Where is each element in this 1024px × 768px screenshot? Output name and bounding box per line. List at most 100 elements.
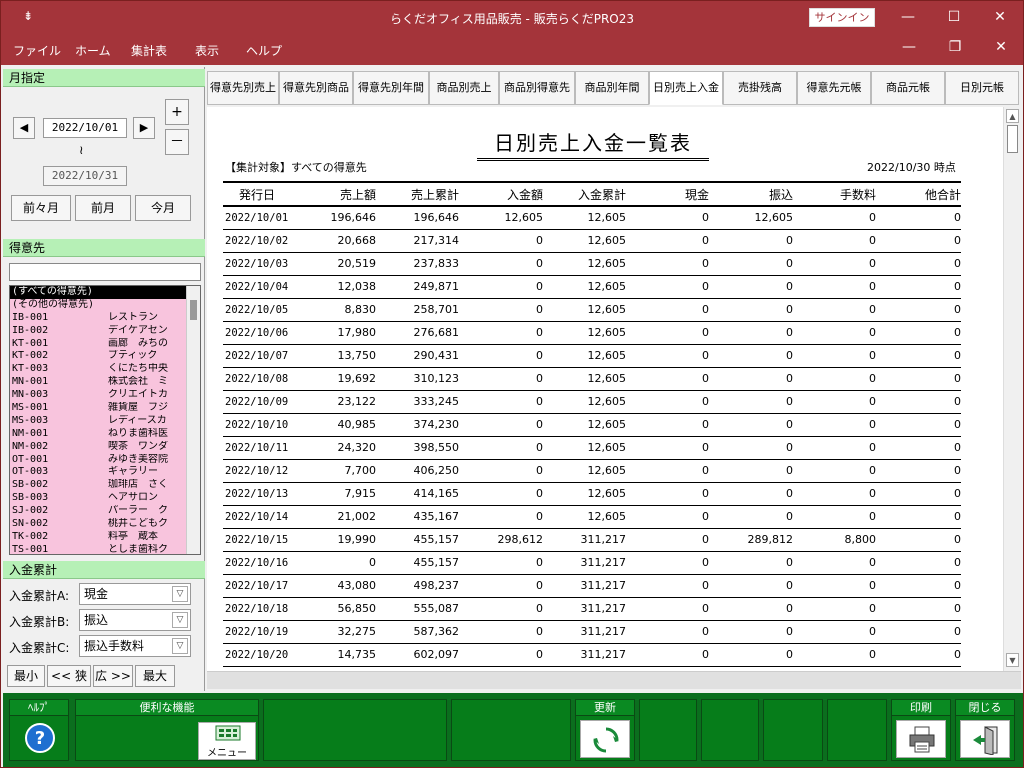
next-month-button[interactable]: ▶	[133, 117, 155, 139]
customer-list[interactable]: (すべての得意先) (その他の得意先) IB-001 レストラン IB-002 デイケア…	[9, 285, 201, 555]
customer-list-item[interactable]: IB-001 レストラン	[10, 311, 186, 325]
customer-list-item[interactable]: OT-003 ギャラリー	[10, 466, 186, 480]
menu-summary[interactable]: 集計表	[131, 42, 167, 59]
table-cell: 12,605	[587, 303, 627, 316]
zoom-wide-button[interactable]: 広 >>	[93, 665, 133, 687]
minus-button[interactable]: －	[165, 129, 189, 155]
signin-button[interactable]: サインイン	[809, 8, 875, 27]
last-month-button[interactable]: 前月	[75, 195, 131, 221]
customer-list-item[interactable]: NM-001 ねりま歯科医	[10, 427, 186, 441]
maximize-icon[interactable]: ☐	[931, 1, 977, 35]
table-cell: 17,980	[337, 326, 377, 339]
table-cell: 0	[869, 487, 876, 500]
scroll-thumb[interactable]	[1007, 125, 1018, 153]
tab-2[interactable]: 得意先別年間	[353, 71, 429, 105]
table-cell: 2022/10/18	[225, 603, 289, 615]
menu-button[interactable]: メニュー	[198, 722, 256, 760]
customer-list-item[interactable]: TS-001 としま歯科ク	[10, 543, 186, 554]
table-cell: 0	[369, 556, 376, 569]
table-cell: 0	[869, 395, 876, 408]
customer-list-item[interactable]: (すべての得意先)	[10, 286, 186, 299]
help-button[interactable]: ﾍﾙﾌﾟ ?	[9, 699, 69, 761]
tab-1[interactable]: 得意先別商品	[279, 71, 353, 105]
table-row: 2022/10/06 17,980 276,681 0 12,605 0 0 0 0	[223, 322, 961, 345]
customer-list-item[interactable]: KT-002 ブティック	[10, 350, 186, 364]
table-cell: 0	[536, 326, 543, 339]
column-header: 売上累計	[410, 188, 459, 202]
two-months-ago-button[interactable]: 前々月	[11, 195, 71, 221]
tab-9[interactable]: 商品元帳	[871, 71, 945, 105]
scroll-up-icon[interactable]: ▲	[1006, 109, 1019, 123]
zoom-min-button[interactable]: 最小	[7, 665, 45, 687]
menu-help[interactable]: ヘルプ	[246, 42, 282, 59]
this-month-button[interactable]: 今月	[135, 195, 191, 221]
report-target: 【集計対象】すべての得意先	[225, 161, 367, 174]
table-cell: 0	[536, 303, 543, 316]
table-cell: 333,245	[413, 395, 460, 408]
table-cell: 12,605	[587, 349, 627, 362]
table-cell: 0	[702, 625, 709, 638]
customer-list-item[interactable]: SB-002 珈琲店 さく	[10, 479, 186, 493]
customer-list-scrollbar[interactable]	[186, 286, 200, 554]
doc-close-icon[interactable]: ✕	[986, 39, 1016, 55]
doc-restore-icon[interactable]: ❐	[940, 39, 970, 55]
customer-list-item[interactable]: SN-002 桃井こどもク	[10, 518, 186, 531]
exit-door-icon	[973, 726, 998, 755]
prev-month-button[interactable]: ◀	[13, 117, 35, 139]
tab-0[interactable]: 得意先別売上	[207, 71, 279, 105]
tab-7[interactable]: 売掛残高	[723, 71, 797, 105]
zoom-max-button[interactable]: 最大	[135, 665, 175, 687]
deposit-b-select[interactable]: 振込 ▽	[79, 609, 191, 631]
customer-list-item[interactable]: SB-003 ヘアサロン	[10, 492, 186, 506]
date-from-field[interactable]: 2022/10/01	[43, 118, 127, 138]
report-tabs: 得意先別売上 得意先別商品 得意先別年間 商品別売上 商品別得意先 商品別年間 日別売上入金…	[205, 67, 1023, 107]
plus-button[interactable]: +	[165, 99, 189, 125]
customer-list-item[interactable]: KT-001 画廊 みちの	[10, 337, 186, 351]
report-scrollbar[interactable]: ▲ ▼	[1003, 107, 1021, 671]
customer-list-item[interactable]: OT-001 みゆき美容院	[10, 453, 186, 467]
print-button[interactable]: 印刷	[891, 699, 951, 761]
tab-3[interactable]: 商品別売上	[429, 71, 499, 105]
deposit-c-select[interactable]: 振込手数料 ▽	[79, 635, 191, 657]
table-cell: 8,800	[844, 533, 877, 546]
close-button[interactable]: 閉じる	[955, 699, 1015, 761]
tab-6[interactable]: 日別売上入金	[649, 71, 723, 105]
tab-4[interactable]: 商品別得意先	[499, 71, 575, 105]
customer-list-item[interactable]: NM-002 喫茶 ワンダ	[10, 440, 186, 454]
customer-list-item[interactable]: MN-003 クリエイトカ	[10, 389, 186, 403]
menu-file[interactable]: ファイル	[13, 42, 61, 59]
doc-minimize-icon[interactable]: —	[894, 39, 924, 55]
deposit-a-select[interactable]: 現金 ▽	[79, 583, 191, 605]
customer-search-input[interactable]	[9, 263, 201, 281]
zoom-narrow-button[interactable]: << 狭	[47, 665, 91, 687]
menu-view[interactable]: 表示	[195, 42, 219, 59]
menu-home[interactable]: ホーム	[75, 42, 111, 59]
customer-list-item[interactable]: MS-001 雑貨屋 フジ	[10, 402, 186, 415]
table-header: 発行日 売上額 売上累計 入金額 入金累計 現金 振込 手数料 他合計	[223, 181, 961, 207]
table-cell: 0	[786, 395, 793, 408]
column-header: 入金累計	[577, 188, 626, 202]
customer-list-item[interactable]: SJ-002 パーラー ク	[10, 505, 186, 519]
minimize-icon[interactable]: —	[885, 1, 931, 35]
table-cell: 40,985	[337, 418, 377, 431]
scroll-down-icon[interactable]: ▼	[1006, 653, 1019, 667]
tab-10[interactable]: 日別元帳	[945, 71, 1019, 105]
date-to-field[interactable]: 2022/10/31	[43, 166, 127, 186]
tab-5[interactable]: 商品別年間	[575, 71, 649, 105]
menu-label: メニュー	[207, 748, 247, 759]
customer-name: デイケアセン	[108, 324, 168, 336]
tab-8[interactable]: 得意先元帳	[797, 71, 871, 105]
customer-list-item[interactable]: MN-001 株式会社 ミ	[10, 376, 186, 390]
table-cell: 0	[702, 464, 709, 477]
refresh-button[interactable]: 更新	[575, 699, 635, 761]
customer-list-item[interactable]: IB-002 デイケアセン	[10, 324, 186, 338]
close-icon[interactable]: ✕	[977, 1, 1023, 35]
customer-list-item[interactable]: KT-003 くにたち中央	[10, 363, 186, 377]
table-cell: 0	[954, 556, 961, 569]
customer-list-item[interactable]: (その他の得意先)	[10, 298, 186, 312]
table-cell: 311,217	[580, 602, 627, 615]
customer-code: (その他の得意先)	[12, 298, 95, 310]
customer-list-item[interactable]: MS-003 レディースカ	[10, 414, 186, 428]
horizontal-scrollbar[interactable]	[207, 671, 1021, 689]
customer-list-item[interactable]: TK-002 料亭 蔵本	[10, 530, 186, 544]
